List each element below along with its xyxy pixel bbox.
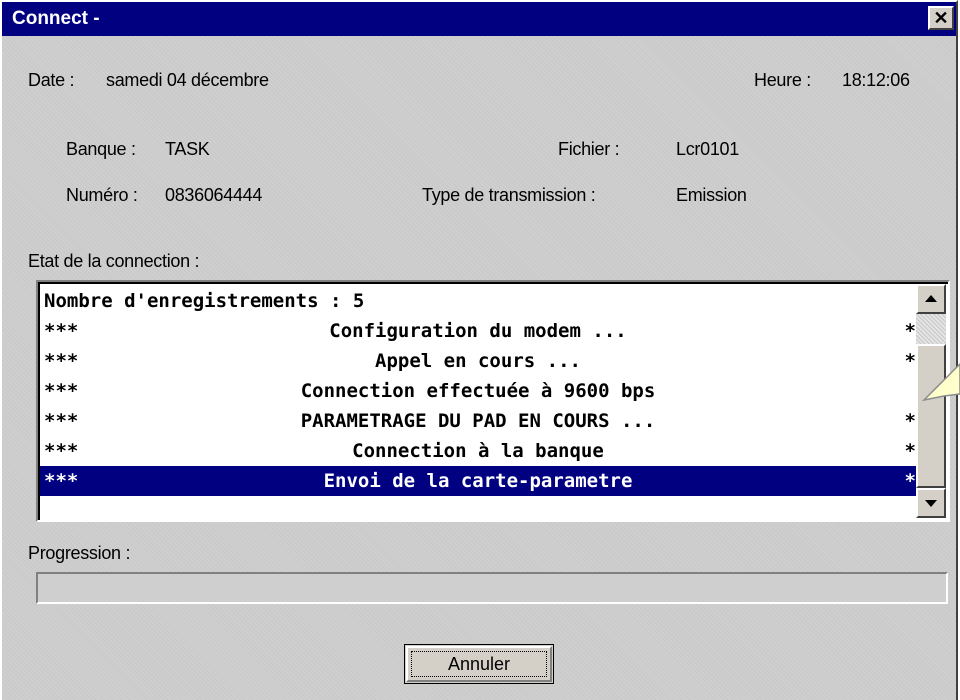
log-line-text: Envoi de la carte-parametre	[323, 470, 633, 492]
log-line-suffix: *	[904, 320, 916, 342]
connection-log[interactable]: Nombre d'enregistrements : 5 *** Configu…	[36, 280, 950, 522]
connection-state-label: Etat de la connection :	[28, 251, 200, 271]
bank-value: TASK	[165, 139, 210, 159]
log-line[interactable]: *** Appel en cours ... *	[40, 346, 916, 376]
time-label: Heure :	[754, 70, 811, 90]
progress-label: Progression :	[28, 543, 131, 563]
date-value: samedi 04 décembre	[106, 70, 269, 90]
transmission-value: Emission	[676, 185, 747, 205]
log-line-text: Appel en cours ...	[375, 350, 581, 372]
log-line-suffix: *	[904, 440, 916, 462]
title-bar[interactable]: Connect - ✕	[2, 2, 956, 36]
window-title: Connect -	[12, 8, 100, 29]
arrow-down-icon	[925, 500, 937, 507]
close-button[interactable]: ✕	[928, 6, 954, 30]
log-line-text: Nombre d'enregistrements : 5	[44, 290, 365, 312]
log-line-text: Connection à la banque	[352, 440, 604, 462]
log-line-suffix: *	[904, 410, 916, 432]
log-line-text: Connection effectuée à 9600 bps	[300, 380, 656, 402]
bank-label: Banque :	[66, 139, 136, 159]
connect-dialog: Connect - ✕ Date : samedi 04 décembre He…	[0, 0, 958, 700]
log-line[interactable]: *** Connection à la banque *	[40, 436, 916, 466]
progress-bar	[36, 572, 948, 604]
log-line-suffix: *	[904, 470, 916, 492]
log-line-count[interactable]: Nombre d'enregistrements : 5	[40, 286, 916, 316]
close-icon: ✕	[933, 7, 949, 28]
log-line-text: Configuration du modem ...	[329, 320, 627, 342]
time-value: 18:12:06	[842, 70, 910, 90]
log-line[interactable]: *** Connection effectuée à 9600 bps	[40, 376, 916, 406]
tooltip-balloon-pointer	[921, 362, 960, 402]
scroll-down-button[interactable]	[916, 488, 946, 518]
log-line-suffix: *	[904, 350, 916, 372]
file-value: Lcr0101	[676, 139, 739, 159]
log-line-selected[interactable]: *** Envoi de la carte-parametre *	[40, 466, 916, 496]
file-label: Fichier :	[558, 139, 620, 159]
cancel-button[interactable]: Annuler	[404, 644, 554, 684]
log-line-text: PARAMETRAGE DU PAD EN COURS ...	[300, 410, 656, 432]
number-label: Numéro :	[66, 185, 138, 205]
number-value: 0836064444	[165, 185, 263, 205]
date-label: Date :	[28, 70, 75, 90]
transmission-label: Type de transmission :	[422, 185, 596, 205]
scroll-up-button[interactable]	[916, 284, 946, 314]
cancel-button-label: Annuler	[447, 654, 511, 674]
log-line[interactable]: *** PARAMETRAGE DU PAD EN COURS ... *	[40, 406, 916, 436]
log-line[interactable]: *** Configuration du modem ... *	[40, 316, 916, 346]
log-lines: Nombre d'enregistrements : 5 *** Configu…	[40, 286, 916, 496]
arrow-up-icon	[925, 295, 937, 302]
